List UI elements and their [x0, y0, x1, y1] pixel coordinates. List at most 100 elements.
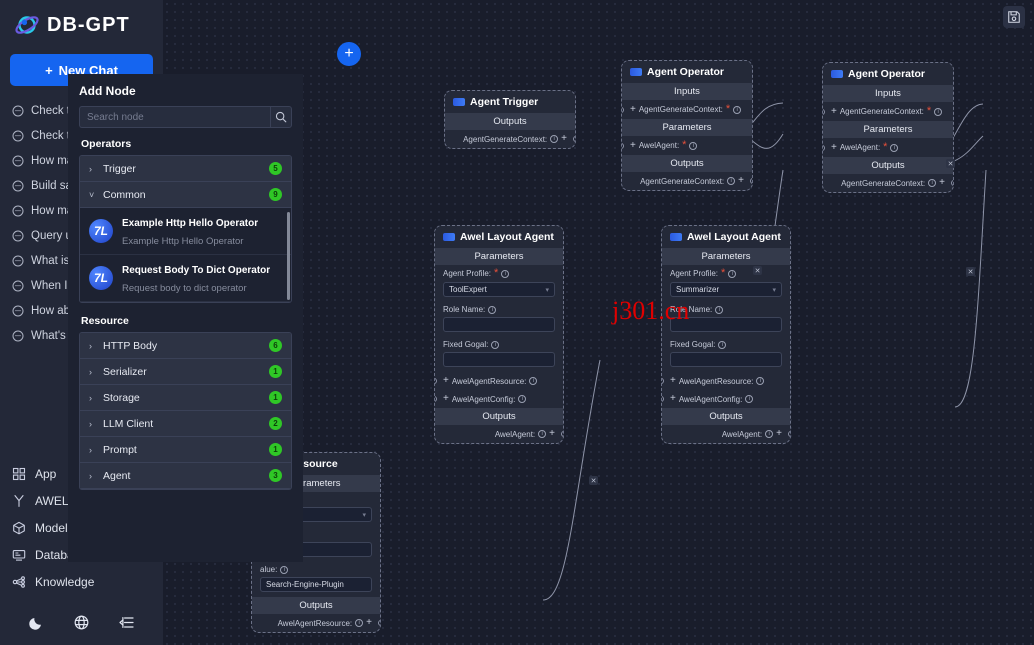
operator-list-item[interactable]: 7L Request Body To Dict Operator Request b… — [80, 255, 291, 302]
output-port[interactable]: AwelAgentResource: i + — [252, 614, 380, 632]
node-agent-trigger[interactable]: Agent Trigger Outputs AgentGenerateConte… — [444, 90, 576, 149]
operator-group-common[interactable]: ˅ Common 9 — [80, 182, 291, 208]
port-handle[interactable] — [662, 378, 664, 384]
node-agent-operator-1[interactable]: Agent Operator Inputs + AgentGenerateCon… — [621, 60, 753, 191]
plus-icon[interactable]: + — [831, 142, 837, 153]
fixed-gogal-input[interactable] — [443, 352, 555, 367]
plus-icon[interactable]: + — [443, 394, 449, 404]
info-icon[interactable]: i — [733, 105, 742, 114]
info-icon[interactable]: i — [538, 430, 547, 438]
node-agent-operator-2[interactable]: Agent Operator Inputs + AgentGenerateCon… — [822, 62, 954, 193]
resource-group-serializer[interactable]: › Serializer 1 — [80, 359, 291, 385]
info-icon[interactable]: i — [689, 141, 698, 150]
output-port[interactable]: AgentGenerateContext: i + — [823, 174, 953, 192]
plus-icon[interactable]: + — [561, 134, 567, 144]
input-port[interactable]: + AgentGenerateContext: * i — [823, 102, 953, 121]
port-handle[interactable] — [788, 431, 790, 437]
resource-group-http-body[interactable]: › HTTP Body 6 — [80, 333, 291, 359]
edge-delete-button[interactable]: ✕ — [966, 267, 975, 276]
port-handle[interactable] — [561, 431, 563, 437]
search-input[interactable] — [79, 106, 270, 128]
search-icon[interactable] — [270, 106, 292, 128]
port-handle[interactable] — [951, 180, 953, 186]
operator-item-list[interactable]: 7L Example Http Hello Operator Example Htt… — [80, 208, 291, 302]
plus-icon[interactable]: + — [831, 106, 837, 117]
resource-group-storage[interactable]: › Storage 1 — [80, 385, 291, 411]
info-icon[interactable]: i — [518, 395, 527, 403]
info-icon[interactable]: i — [745, 395, 754, 403]
port-handle[interactable] — [435, 396, 437, 402]
info-icon[interactable]: i — [529, 377, 538, 385]
info-icon[interactable]: i — [928, 179, 937, 187]
resource-group-llm-client[interactable]: › LLM Client 2 — [80, 411, 291, 437]
port-handle[interactable] — [750, 178, 752, 184]
plus-icon[interactable]: + — [776, 429, 782, 439]
role-name-input[interactable] — [670, 317, 782, 332]
edge-delete-button[interactable]: ✕ — [946, 159, 955, 168]
port-handle[interactable] — [435, 378, 437, 384]
output-port[interactable]: AgentGenerateContext: i + — [622, 172, 752, 190]
port-handle[interactable] — [622, 142, 624, 149]
resource-port[interactable]: + AwelAgentResource: i — [662, 372, 790, 390]
port-handle[interactable] — [823, 108, 825, 115]
fixed-gogal-input[interactable] — [670, 352, 782, 367]
sidebar-item-knowledge[interactable]: Knowledge — [0, 568, 163, 595]
info-icon[interactable]: i — [550, 135, 559, 143]
operators-accordion[interactable]: › Trigger 5 ˅ Common 9 7L Example Http Hello O… — [79, 155, 292, 303]
plus-icon[interactable]: + — [939, 178, 945, 188]
info-icon[interactable]: i — [934, 107, 943, 116]
info-icon[interactable]: i — [280, 565, 289, 574]
port-handle[interactable] — [378, 620, 380, 626]
info-icon[interactable]: i — [488, 305, 497, 314]
plus-icon[interactable]: + — [549, 429, 555, 439]
value-input[interactable]: Search-Engine-Plugin — [260, 577, 372, 592]
output-port[interactable]: AwelAgent: i + — [435, 425, 563, 443]
output-port[interactable]: AwelAgent: i + — [662, 425, 790, 443]
info-icon[interactable]: i — [491, 340, 500, 349]
edge-delete-button[interactable]: ✕ — [753, 266, 762, 275]
input-port[interactable]: + AgentGenerateContext: * i — [622, 100, 752, 119]
globe-icon[interactable] — [73, 614, 90, 631]
app-logo[interactable]: DB-GPT — [0, 0, 163, 50]
info-icon[interactable]: i — [727, 177, 736, 185]
resource-group-prompt[interactable]: › Prompt 1 — [80, 437, 291, 463]
port-handle[interactable] — [573, 136, 575, 142]
add-node-panel[interactable]: Add Node Operators › Trigger 5 ˅ Common 9 7L E… — [68, 74, 303, 562]
info-icon[interactable]: i — [765, 430, 774, 438]
plus-icon[interactable]: + — [443, 376, 449, 386]
parameter-port[interactable]: + AwelAgent: * i — [622, 136, 752, 155]
edge-delete-button[interactable]: ✕ — [589, 476, 598, 485]
plus-icon[interactable]: + — [630, 140, 636, 151]
plus-icon[interactable]: + — [670, 376, 676, 386]
info-icon[interactable]: i — [501, 269, 510, 278]
resource-accordion[interactable]: › HTTP Body 6 › Serializer 1 › Storage 1 › LLM Cli… — [79, 332, 292, 490]
plus-icon[interactable]: + — [630, 104, 636, 115]
plus-icon[interactable]: + — [366, 618, 372, 628]
add-node-button[interactable]: + — [337, 42, 361, 66]
resource-port[interactable]: + AwelAgentResource: i — [435, 372, 563, 390]
info-icon[interactable]: i — [890, 143, 899, 152]
config-port[interactable]: + AwelAgentConfig: i — [662, 390, 790, 408]
moon-icon[interactable] — [28, 614, 45, 631]
resource-group-agent[interactable]: › Agent 3 — [80, 463, 291, 489]
role-name-input[interactable] — [443, 317, 555, 332]
agent-profile-select[interactable]: Summarizer ▾ — [670, 282, 782, 297]
parameter-port[interactable]: + AwelAgent: * i — [823, 138, 953, 157]
operators-scrollbar[interactable] — [287, 212, 290, 300]
node-awel-layout-agent-2[interactable]: Awel Layout Agent Parameters Agent Profi… — [661, 225, 791, 444]
node-awel-layout-agent-1[interactable]: Awel Layout Agent Parameters Agent Profi… — [434, 225, 564, 444]
info-icon[interactable]: i — [728, 269, 737, 278]
port-handle[interactable] — [662, 396, 664, 402]
save-flow-button[interactable] — [1003, 6, 1025, 28]
port-handle[interactable] — [823, 144, 825, 151]
info-icon[interactable]: i — [715, 305, 724, 314]
operator-group-trigger[interactable]: › Trigger 5 — [80, 156, 291, 182]
collapse-icon[interactable] — [118, 614, 135, 631]
operator-list-item[interactable]: 7L Example Http Hello Operator Example Htt… — [80, 208, 291, 255]
plus-icon[interactable]: + — [738, 176, 744, 186]
plus-icon[interactable]: + — [670, 394, 676, 404]
info-icon[interactable]: i — [756, 377, 765, 385]
agent-profile-select[interactable]: ToolExpert ▾ — [443, 282, 555, 297]
search-node-bar[interactable] — [79, 106, 292, 128]
output-port[interactable]: AgentGenerateContext: i + — [445, 130, 575, 148]
